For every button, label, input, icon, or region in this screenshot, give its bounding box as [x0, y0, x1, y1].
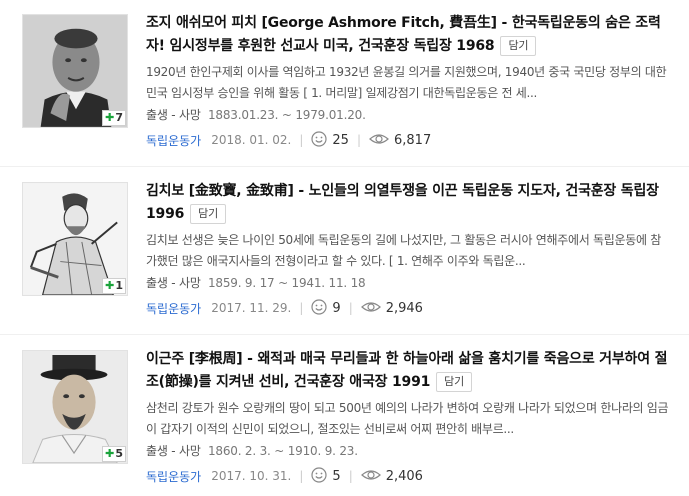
item-description: 김치보 선생은 늦은 나이인 50세에 독립운동의 길에 나섰지만, 그 활동은… [146, 233, 661, 268]
item-description: 1920년 한인구제회 이사를 역임하고 1932년 윤봉길 의거를 지원했으며… [146, 65, 667, 100]
life-dates: 출생 - 사망 1860. 2. 3. ~ 1910. 9. 23. [146, 442, 358, 459]
like-count-badge: ✚7 [102, 110, 126, 126]
view-count: 2,946 [385, 300, 423, 316]
list-item: ✚5 이근주 [李根周] - 왜적과 매국 무리들과 한 하늘아래 삶을 훔치기… [0, 336, 689, 496]
life-dates: 출생 - 사망 1859. 9. 17 ~ 1941. 11. 18 [146, 274, 366, 291]
save-button[interactable]: 담기 [436, 372, 473, 392]
life-label: 출생 - 사망 [146, 276, 201, 290]
category-link[interactable]: 독립운동가 [146, 468, 201, 485]
smile-icon [311, 466, 328, 486]
item-title-text[interactable]: 조지 애쉬모어 피치 [George Ashmore Fitch, 費吾生] -… [146, 15, 661, 54]
like-count: 25 [332, 132, 349, 148]
life-dates-value: 1860. 2. 3. ~ 1910. 9. 23. [207, 444, 358, 458]
divider [0, 166, 689, 167]
item-meta: 독립운동가 2018. 01. 02. | 25 | 6,817 [146, 130, 432, 150]
item-description: 삼천리 강토가 원수 오랑캐의 땅이 되고 500년 예의의 나라가 변하여 오… [146, 401, 669, 436]
divider [0, 334, 689, 335]
life-dates-value: 1883.01.23. ~ 1979.01.20. [207, 108, 366, 122]
life-dates-value: 1859. 9. 17 ~ 1941. 11. 18 [207, 276, 366, 290]
view-count: 2,406 [385, 468, 423, 484]
list-item: ✚7 조지 애쉬모어 피치 [George Ashmore Fitch, 費吾生… [0, 0, 689, 160]
like-count: 9 [332, 300, 341, 316]
like-count-badge: ✚5 [102, 446, 126, 462]
view-count: 6,817 [394, 132, 432, 148]
like-count: 5 [332, 468, 341, 484]
eye-icon [369, 132, 389, 149]
item-meta: 독립운동가 2017. 11. 29. | 9 | 2,946 [146, 298, 423, 318]
life-label: 출생 - 사망 [146, 108, 201, 122]
list-item: ✚1 김치보 [金致寶, 金致甫] - 노인들의 의열투쟁을 이끈 독립운동 지… [0, 168, 689, 328]
category-link[interactable]: 독립운동가 [146, 300, 201, 317]
life-dates: 출생 - 사망 1883.01.23. ~ 1979.01.20. [146, 106, 366, 123]
eye-icon [360, 468, 381, 485]
smile-icon [311, 298, 328, 318]
eye-icon [360, 300, 381, 317]
save-button[interactable]: 담기 [500, 36, 537, 56]
item-title[interactable]: 조지 애쉬모어 피치 [George Ashmore Fitch, 費吾生] -… [146, 12, 674, 58]
thumbnail-image[interactable]: ✚7 [22, 14, 128, 128]
item-title[interactable]: 이근주 [李根周] - 왜적과 매국 무리들과 한 하늘아래 삶을 훔치기를 죽… [146, 348, 674, 394]
item-title-text[interactable]: 이근주 [李根周] - 왜적과 매국 무리들과 한 하늘아래 삶을 훔치기를 죽… [146, 351, 667, 390]
thumbnail-image[interactable]: ✚1 [22, 182, 128, 296]
smile-icon [311, 130, 328, 150]
save-button[interactable]: 담기 [190, 204, 227, 224]
item-title[interactable]: 김치보 [金致寶, 金致甫] - 노인들의 의열투쟁을 이끈 독립운동 지도자,… [146, 180, 674, 226]
thumbnail-image[interactable]: ✚5 [22, 350, 128, 464]
life-label: 출생 - 사망 [146, 444, 201, 458]
post-date: 2017. 11. 29. [211, 301, 292, 315]
post-date: 2017. 10. 31. [211, 469, 292, 483]
item-meta: 독립운동가 2017. 10. 31. | 5 | 2,406 [146, 466, 423, 486]
like-count-badge: ✚1 [102, 278, 126, 294]
post-date: 2018. 01. 02. [211, 133, 292, 147]
category-link[interactable]: 독립운동가 [146, 132, 201, 149]
